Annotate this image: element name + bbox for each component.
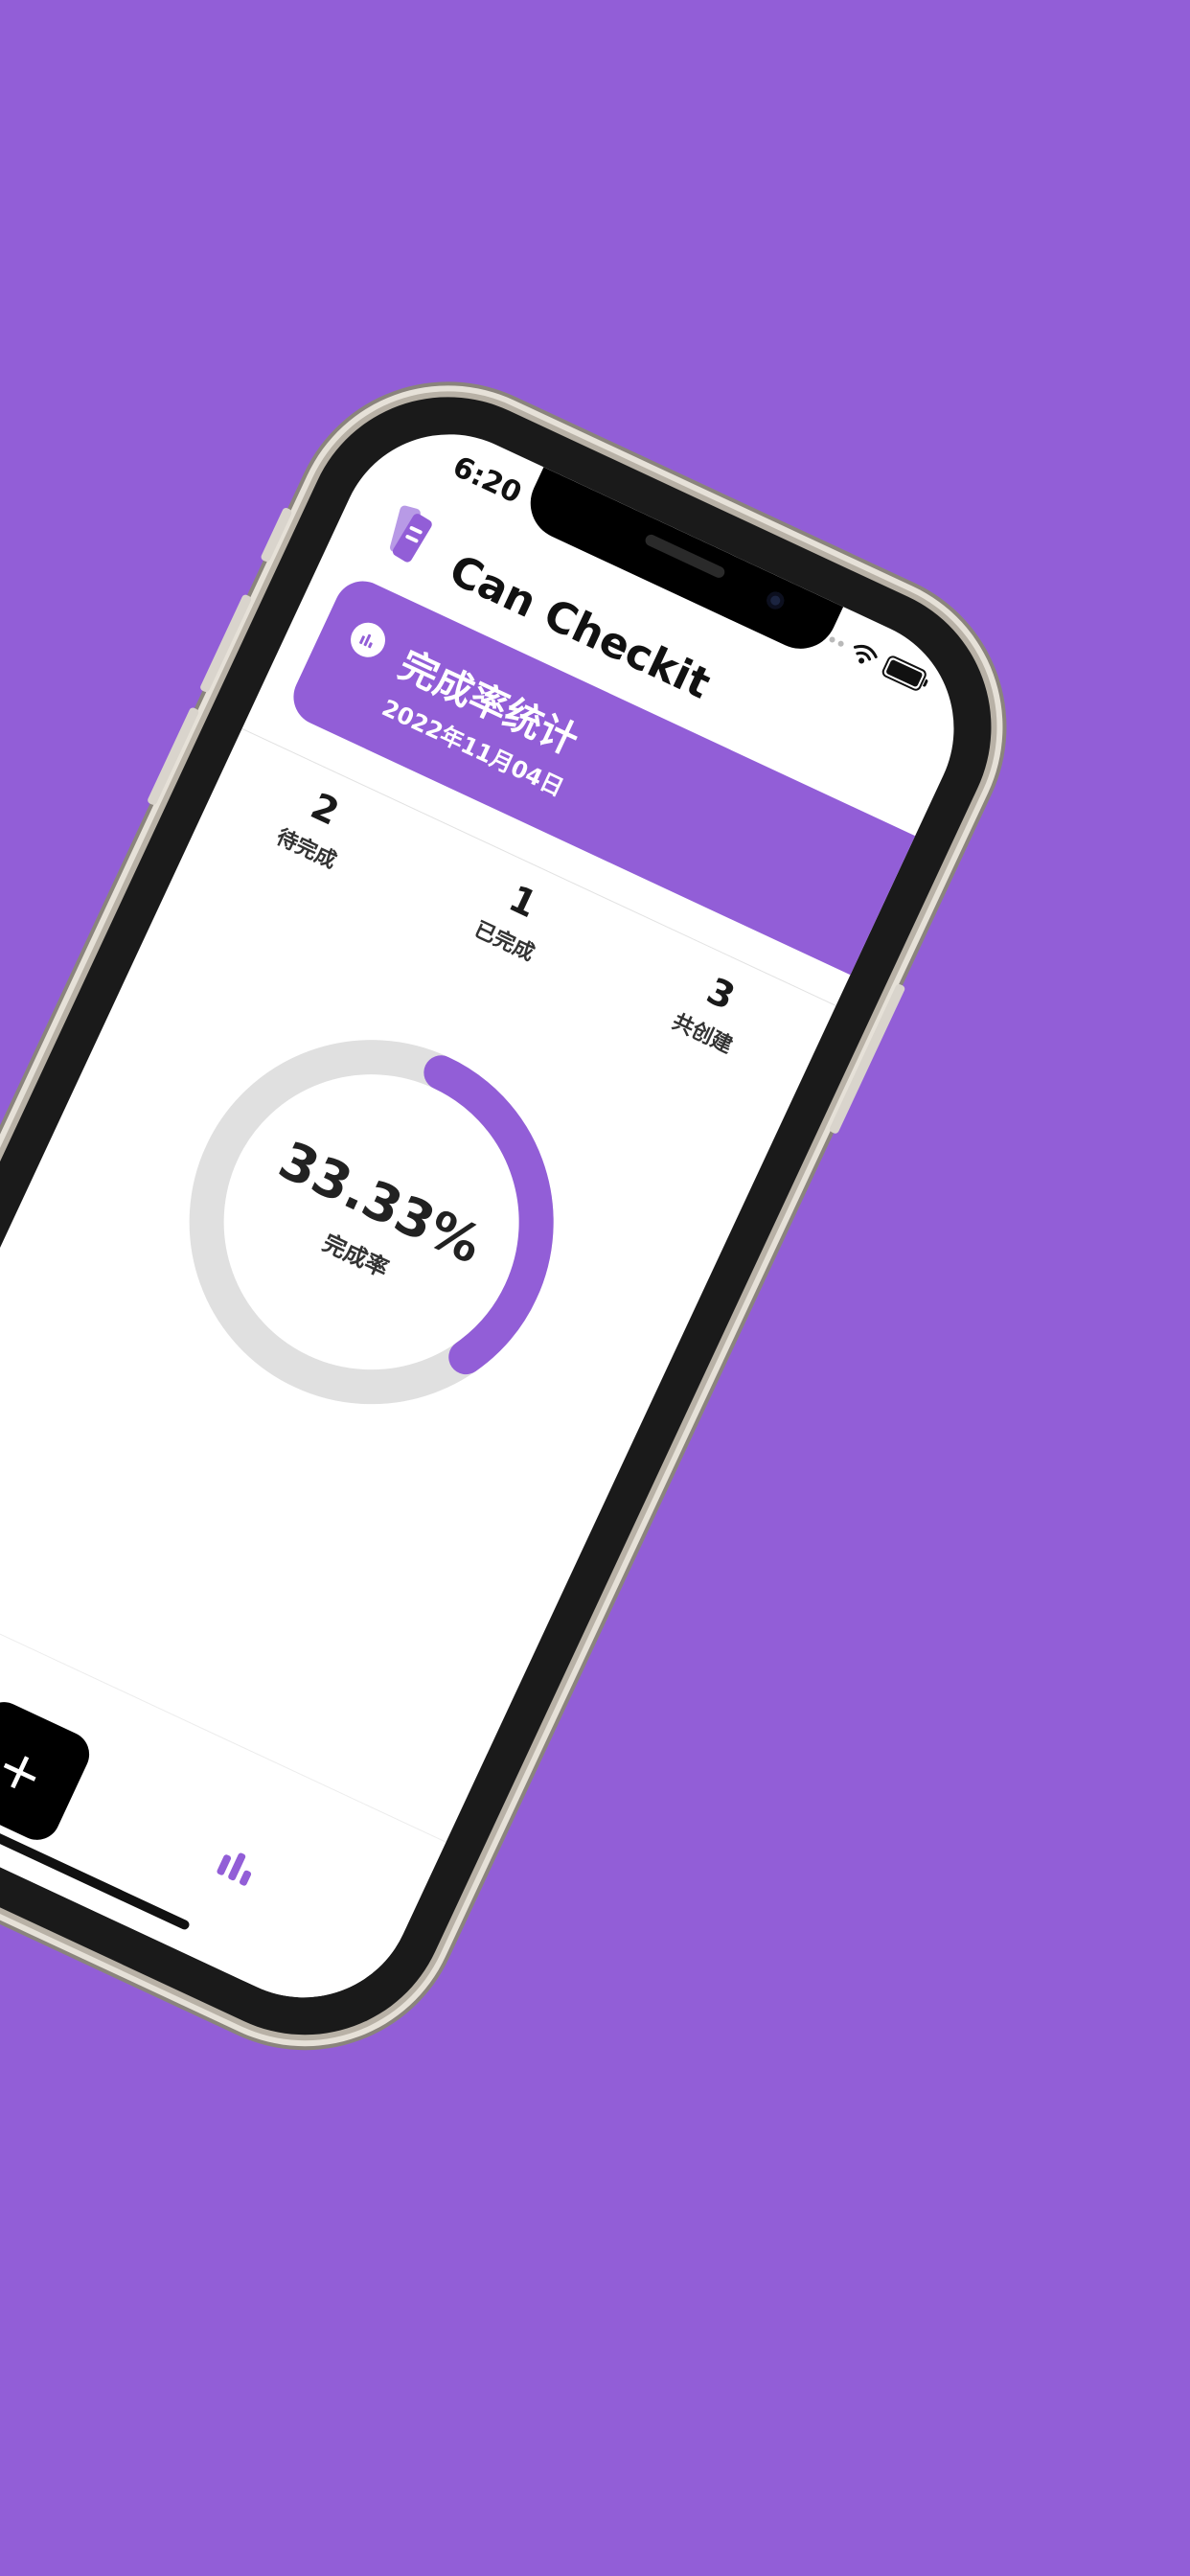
speaker [643,532,727,580]
tab-stats-icon[interactable] [216,1847,257,1887]
power-button [828,982,906,1136]
volume-down-button [146,706,200,807]
wifi-icon [853,644,878,664]
ring-center: 33.33% 完成率 [129,980,613,1464]
stat-completed: 1 已完成 [388,837,630,1024]
completion-ring: 33.33% 完成率 [129,980,613,1464]
battery-icon [880,654,928,693]
app-logo-icon [389,505,432,563]
add-button[interactable]: + [0,1694,97,1848]
status-time: 6:20 [447,449,527,511]
bar-chart-icon [345,616,391,663]
stat-pending: 2 待完成 [191,744,433,932]
tab-bar: + [0,1564,446,2035]
stage: 6:20 Can Checkit 完成率统计 2022年11月04日 2 待完成… [0,0,1190,2576]
phone-frame: 6:20 Can Checkit 完成率统计 2022年11月04日 2 待完成… [0,350,1039,2082]
camera-icon [764,588,788,612]
action-button [260,506,293,564]
app-screen: 6:20 Can Checkit 完成率统计 2022年11月04日 2 待完成… [0,398,991,2035]
stat-total: 3 共创建 [586,929,829,1116]
volume-up-button [198,593,253,694]
